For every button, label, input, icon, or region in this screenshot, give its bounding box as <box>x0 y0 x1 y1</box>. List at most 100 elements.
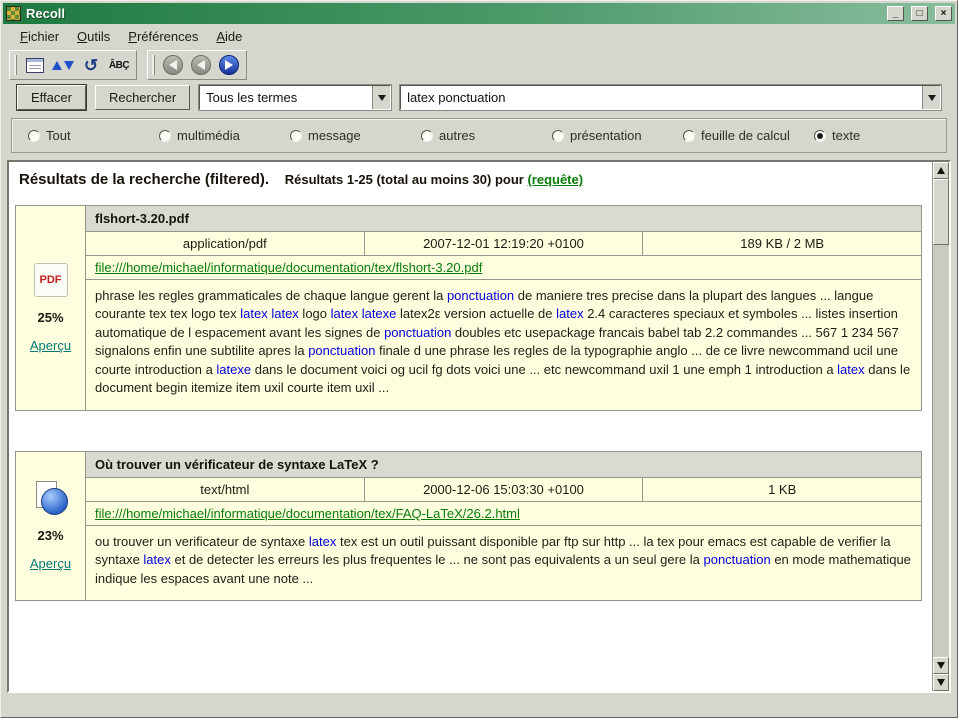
maximize-icon[interactable]: □ <box>911 6 928 21</box>
snippet-text: et de detecter les erreurs les plus freq… <box>171 552 704 567</box>
result-snippet: ou trouver un verificateur de syntaxe la… <box>86 526 921 600</box>
radio-indicator <box>290 130 302 142</box>
radio-indicator <box>552 130 564 142</box>
filter-label: multimédia <box>177 128 240 143</box>
title-bar[interactable]: Recoll _ □ × <box>3 3 955 24</box>
html-globe-icon <box>34 481 68 515</box>
filter-tout[interactable]: Tout <box>28 128 159 143</box>
query-history-dropdown-button[interactable] <box>922 86 940 109</box>
result-item: 23% Aperçu Où trouver un vérificateur de… <box>15 451 922 601</box>
nav-previous-button[interactable] <box>188 53 214 77</box>
scroll-up-button[interactable] <box>933 162 949 179</box>
scrollbar-track[interactable] <box>933 245 949 657</box>
snippet-text: phrase les regles grammaticales de chaqu… <box>95 288 447 303</box>
query-link[interactable]: (requête) <box>527 172 583 187</box>
filter-feuille-de-calcul[interactable]: feuille de calcul <box>683 128 814 143</box>
toolbar-nav-group <box>147 50 247 80</box>
query-input[interactable] <box>401 86 922 109</box>
snippet-highlighted-term: latexe <box>216 362 251 377</box>
filter-label: Tout <box>46 128 71 143</box>
preview-link[interactable]: Aperçu <box>30 556 71 571</box>
result-item: 25% Aperçu flshort-3.20.pdf application/… <box>15 205 922 411</box>
clear-button[interactable]: Effacer <box>17 85 86 110</box>
menu-bar: Fichier Outils Préférences Aide <box>3 24 955 49</box>
arrow-down-icon <box>937 662 945 669</box>
close-icon[interactable]: × <box>935 6 952 21</box>
sort-arrows-icon <box>52 61 74 70</box>
menu-fichier[interactable]: Fichier <box>11 26 68 47</box>
scrollbar-thumb[interactable] <box>933 179 949 245</box>
menu-preferences[interactable]: Préférences <box>119 26 207 47</box>
filter-label: autres <box>439 128 475 143</box>
snippet-highlighted-term: ponctuation <box>308 343 375 358</box>
term-explorer-button[interactable]: ÂBÇ <box>106 53 132 77</box>
snippet-highlighted-term: ponctuation <box>384 325 451 340</box>
result-url-row: file:///home/michael/informatique/docume… <box>86 502 921 526</box>
filter-presentation[interactable]: présentation <box>552 128 683 143</box>
arrow-down-icon <box>937 679 945 686</box>
radio-indicator <box>683 130 695 142</box>
preview-link[interactable]: Aperçu <box>30 338 71 353</box>
result-size: 1 KB <box>643 478 921 501</box>
toolbar-handle[interactable] <box>14 55 17 75</box>
sort-button[interactable] <box>50 53 76 77</box>
toolbar-handle[interactable] <box>152 55 155 75</box>
search-mode-dropdown-button[interactable] <box>372 86 390 109</box>
query-combo[interactable] <box>400 85 941 110</box>
filter-label: feuille de calcul <box>701 128 790 143</box>
filter-autres[interactable]: autres <box>421 128 552 143</box>
radio-indicator <box>814 130 826 142</box>
arrow-up-icon <box>937 167 945 174</box>
result-url-row: file:///home/michael/informatique/docume… <box>86 256 921 280</box>
relevance-percent: 23% <box>37 528 63 543</box>
result-meta-row: text/html 2000-12-06 15:03:30 +0100 1 KB <box>86 478 921 502</box>
radio-indicator <box>159 130 171 142</box>
menu-aide[interactable]: Aide <box>207 26 251 47</box>
search-mode-select[interactable]: Tous les termes <box>199 85 391 110</box>
minimize-icon[interactable]: _ <box>887 6 904 21</box>
vertical-scrollbar[interactable] <box>932 162 949 691</box>
nav-first-button[interactable] <box>160 53 186 77</box>
filter-label: présentation <box>570 128 642 143</box>
query-details-icon <box>26 58 44 73</box>
scroll-down-button[interactable] <box>933 657 949 674</box>
result-main: Où trouver un vérificateur de syntaxe La… <box>86 452 921 600</box>
snippet-highlighted-term: ponctuation <box>703 552 770 567</box>
snippet-text: dans le document voici og ucil fg dots v… <box>251 362 837 377</box>
snippet-highlighted-term: latex latexe <box>331 306 397 321</box>
recoll-app-icon[interactable] <box>6 6 21 21</box>
snippet-text: logo <box>299 306 331 321</box>
filter-row: Tout multimédia message autres présentat… <box>11 118 947 153</box>
result-url-link[interactable]: file:///home/michael/informatique/docume… <box>95 260 482 275</box>
menu-outils[interactable]: Outils <box>68 26 119 47</box>
results-count: Résultats 1-25 (total au moins 30) pour <box>285 172 524 187</box>
result-filename: Où trouver un vérificateur de syntaxe La… <box>86 452 921 478</box>
result-date: 2000-12-06 15:03:30 +0100 <box>365 478 644 501</box>
recoll-window: Recoll _ □ × Fichier Outils Préférences … <box>0 0 958 718</box>
result-size: 189 KB / 2 MB <box>643 232 921 255</box>
history-button[interactable]: ↺ <box>78 53 104 77</box>
filter-texte[interactable]: texte <box>814 128 860 143</box>
search-button[interactable]: Rechercher <box>95 85 190 110</box>
nav-previous-icon <box>191 55 211 75</box>
spellcheck-icon: ÂBÇ <box>109 60 129 71</box>
filter-multimedia[interactable]: multimédia <box>159 128 290 143</box>
status-bar <box>3 693 955 715</box>
filter-message[interactable]: message <box>290 128 421 143</box>
toolbar-tools-group: ↺ ÂBÇ <box>9 50 137 80</box>
snippet-highlighted-term: latex <box>143 552 170 567</box>
query-details-button[interactable] <box>22 53 48 77</box>
result-snippet: phrase les regles grammaticales de chaqu… <box>86 280 921 410</box>
result-mime: text/html <box>86 478 365 501</box>
result-mime: application/pdf <box>86 232 365 255</box>
result-side-column: 25% Aperçu <box>16 206 86 410</box>
snippet-text: latex2ε version actuelle de <box>396 306 556 321</box>
result-url-link[interactable]: file:///home/michael/informatique/docume… <box>95 506 520 521</box>
scroll-down-button-2[interactable] <box>933 674 949 691</box>
nav-first-icon <box>163 55 183 75</box>
nav-next-icon <box>219 55 239 75</box>
snippet-text: ou trouver un verificateur de syntaxe <box>95 534 309 549</box>
nav-next-button[interactable] <box>216 53 242 77</box>
result-filename: flshort-3.20.pdf <box>86 206 921 232</box>
radio-indicator <box>28 130 40 142</box>
